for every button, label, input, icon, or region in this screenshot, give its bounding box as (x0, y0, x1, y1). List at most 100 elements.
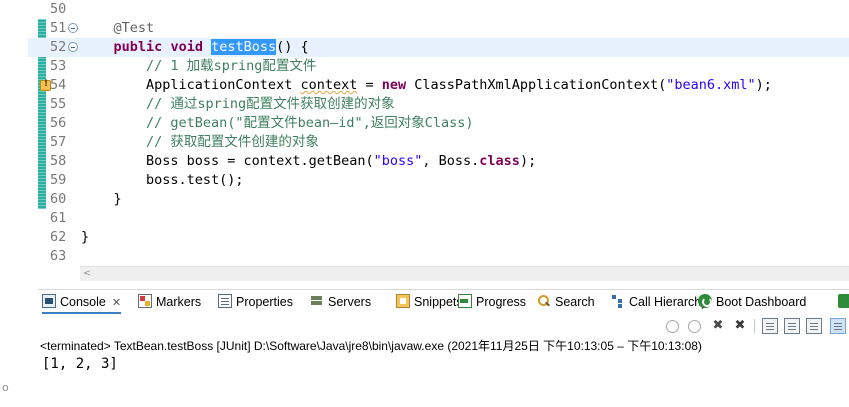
code-token: = (357, 77, 382, 93)
left-strip: o (0, 0, 28, 407)
code-token: ApplicationContext (81, 77, 301, 93)
code-line[interactable]: 50 (28, 0, 849, 19)
code-token: Boss boss = context.getBean( (81, 153, 374, 169)
code-token: "boss" (373, 153, 423, 169)
code-text: // 通过spring配置文件获取创建的对象 (81, 95, 395, 114)
code-token: public (113, 39, 163, 55)
fold-collapse-icon[interactable] (68, 23, 78, 33)
code-token: } (81, 229, 90, 245)
display-selected-console-icon[interactable] (806, 318, 822, 334)
left-strip-fragment: o (2, 381, 9, 394)
line-number: 56 (50, 115, 67, 131)
tab-markers[interactable]: Markers (138, 290, 201, 314)
clear-console-icon[interactable] (666, 320, 679, 333)
code-text: Boss boss = context.getBean("boss", Boss… (81, 152, 536, 171)
tab-servers[interactable]: Servers (310, 290, 371, 314)
code-line[interactable]: 54 ApplicationContext context = new Clas… (28, 76, 849, 95)
scroll-lock-icon[interactable] (688, 320, 701, 333)
code-line[interactable]: 53 // 1 加载spring配置文件 (28, 57, 849, 76)
selected-token: testBoss (211, 39, 277, 55)
pin-console-icon[interactable] (784, 318, 800, 334)
tab-label: Servers (328, 295, 372, 309)
more-views-icon[interactable] (838, 290, 849, 314)
tab-label: Markers (156, 295, 202, 309)
code-token: ); (755, 77, 772, 93)
code-line[interactable]: 55 // 通过spring配置文件获取创建的对象 (28, 95, 849, 114)
tab-snippets[interactable]: Snippets (396, 290, 463, 314)
line-number: 50 (50, 1, 67, 17)
servers-icon (310, 294, 324, 308)
code-token: context (300, 77, 358, 93)
code-line[interactable]: 62} (28, 228, 849, 247)
code-token: // getBean("配置文件bean—id",返回对象Class) (146, 115, 474, 131)
tab-label: Call Hierarchy (629, 295, 708, 309)
code-token: @Test (113, 20, 155, 36)
tab-label: Snippets (414, 295, 463, 309)
markers-icon (138, 294, 152, 308)
code-token: class (479, 153, 520, 169)
tab-label: Boot Dashboard (716, 295, 807, 309)
code-line[interactable]: 58 Boss boss = context.getBean("boss", B… (28, 152, 849, 171)
tab-call-hierarchy[interactable]: Call Hierarchy (611, 290, 708, 314)
boot-dashboard-icon (698, 294, 712, 308)
remove-all-terminated-icon[interactable]: ✖ (732, 318, 748, 334)
line-number: 54 (50, 77, 67, 93)
code-token: // 获取配置文件创建的对象 (146, 134, 319, 150)
code-token: () { (276, 39, 309, 55)
code-text: // getBean("配置文件bean—id",返回对象Class) (81, 114, 473, 133)
tab-label: Progress (476, 295, 527, 309)
properties-icon (218, 294, 232, 308)
snippets-icon (396, 294, 410, 308)
open-console-icon[interactable] (830, 318, 846, 334)
toolbar-separator (754, 319, 755, 333)
console-toolbar: ✖ ✖ (658, 316, 849, 336)
line-number: 58 (50, 153, 67, 169)
code-token: void (170, 39, 203, 55)
close-icon[interactable]: ✕ (112, 297, 121, 309)
code-line[interactable]: 52 public void testBoss() { (28, 38, 849, 57)
code-text: } (81, 228, 89, 247)
code-line[interactable]: 56 // getBean("配置文件bean—id",返回对象Class) (28, 114, 849, 133)
console-output[interactable]: [1, 2, 3] (42, 356, 118, 372)
code-line[interactable]: 63 (28, 247, 849, 266)
tab-properties[interactable]: Properties (218, 290, 293, 314)
tab-label: Console (60, 295, 106, 309)
line-number: 57 (50, 134, 67, 150)
progress-icon (458, 294, 472, 308)
code-line[interactable]: 60 } (28, 190, 849, 209)
code-line[interactable]: 57 // 获取配置文件创建的对象 (28, 133, 849, 152)
line-number: 53 (50, 58, 67, 74)
terminate-icon[interactable]: ✖ (710, 318, 726, 334)
tab-console[interactable]: Console ✕ (42, 290, 122, 314)
tab-search[interactable]: Search (537, 290, 595, 314)
scroll-left-arrow-icon[interactable]: < (83, 267, 91, 281)
tab-progress[interactable]: Progress (458, 290, 526, 314)
editor-horizontal-scrollbar[interactable]: < (80, 266, 849, 281)
line-number: 59 (50, 172, 67, 188)
code-text: @Test (81, 19, 155, 38)
word-wrap-icon[interactable] (762, 318, 778, 334)
code-line[interactable]: 59 boss.test(); (28, 171, 849, 190)
terminate-glyph: ✖ (712, 318, 724, 333)
view-tab-bar: Console ✕ Markers Properties Servers Snippets… (38, 290, 849, 314)
line-number: 51 (50, 20, 67, 36)
code-text: public void testBoss() { (81, 38, 309, 57)
line-number: 62 (50, 229, 67, 245)
line-number: 52 (50, 39, 67, 55)
tab-boot-dashboard[interactable]: Boot Dashboard (698, 290, 806, 314)
code-line[interactable]: 61 (28, 209, 849, 228)
call-hierarchy-icon (611, 294, 625, 308)
code-editor[interactable]: 50 51 @Test 52 public void testBoss() {53 … (28, 0, 849, 266)
code-token: // 1 加载spring配置文件 (146, 58, 317, 74)
code-token: , Boss. (422, 153, 480, 169)
code-token: } (81, 191, 122, 207)
fold-collapse-icon[interactable] (68, 42, 78, 52)
line-number: 61 (50, 210, 67, 226)
code-line[interactable]: 51 @Test (28, 19, 849, 38)
code-token: ); (519, 153, 537, 169)
